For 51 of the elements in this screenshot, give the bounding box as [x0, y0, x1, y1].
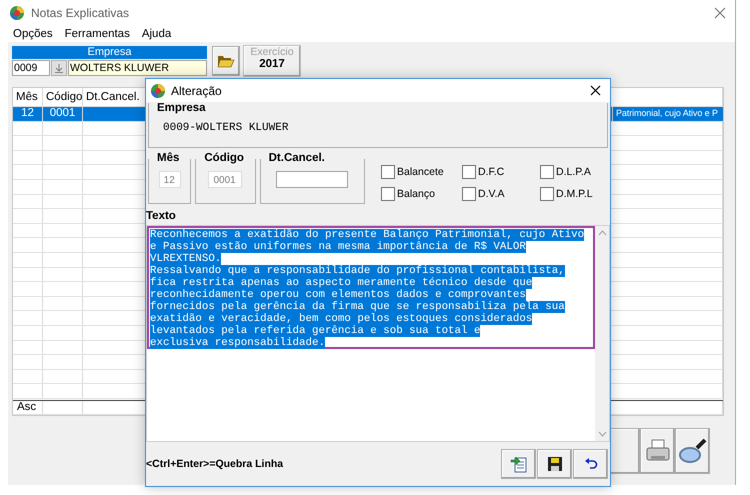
- import-button[interactable]: [501, 449, 536, 479]
- document-arrow-icon: [510, 454, 528, 474]
- field-label: Mês: [155, 152, 182, 164]
- table-cell-text: Patrimonial, cujo Ativo e P: [615, 107, 719, 120]
- checkbox[interactable]: [462, 165, 476, 179]
- code-field[interactable]: 0009: [12, 60, 50, 76]
- text-label: Texto: [146, 210, 176, 223]
- undo-arrow-icon: [584, 458, 598, 470]
- magnifier-icon: [678, 437, 706, 465]
- empresa-header: Empresa: [12, 46, 207, 59]
- field-label: Código: [202, 152, 246, 164]
- menu-item[interactable]: Opções: [13, 28, 53, 40]
- checkbox-label: D.F.C: [478, 166, 504, 178]
- sort-label: Asc: [13, 401, 43, 414]
- open-button[interactable]: [212, 46, 240, 76]
- checkbox-label: D.M.P.L: [556, 188, 593, 200]
- input-field[interactable]: [276, 171, 348, 188]
- field-label: Dt.Cancel.: [266, 152, 327, 164]
- column-header[interactable]: Mês: [13, 88, 43, 106]
- undo-button[interactable]: [573, 449, 608, 479]
- app-logo-icon: [9, 4, 25, 20]
- checkbox[interactable]: [381, 165, 395, 179]
- checkbox[interactable]: [462, 187, 476, 201]
- checkbox-label: D.V.A: [478, 188, 504, 200]
- year-label: Exercício: [250, 46, 294, 58]
- checkbox[interactable]: [540, 165, 554, 179]
- checkbox[interactable]: [540, 187, 554, 201]
- column-header[interactable]: Código: [43, 88, 83, 106]
- text-selection: Reconhecemos a exatidão do presente Balanço Patrimonial, cujo Ativo e Passivo estão uniformes na mesma importância de R$ VALOR VLREXTENSO. Ressalvando que a responsabilidade do profissional contabilista, fica restrita apenas ao aspecto meramente técnico desde que reconhecidamente operou com elementos dados e comprovantes fornecidos pela gerência da firma que se responsabiliza pela sua exatidão e veracidade, bem como pelos estoques considerados levantados pela referida gerência e sob sua total e exclusiva responsabilidade.: [147, 226, 595, 349]
- checkbox-label: Balancete: [397, 166, 444, 178]
- menu-item[interactable]: Ajuda: [142, 28, 172, 40]
- table-cell: 0001: [43, 107, 83, 121]
- dialog-title: Alteração: [171, 84, 223, 98]
- folder-icon: [217, 54, 235, 68]
- table-cell: 12: [13, 107, 43, 121]
- checkbox-label: Balanço: [397, 188, 435, 200]
- empresa-value: 0009-WOLTERS KLUWER: [163, 122, 288, 134]
- save-button[interactable]: [537, 449, 572, 479]
- print-button[interactable]: [640, 428, 675, 474]
- checkbox-label: D.L.P.A: [556, 166, 591, 178]
- company-name-field[interactable]: WOLTERS KLUWER: [68, 60, 207, 76]
- app-logo-icon: [150, 82, 166, 98]
- year-value: 2017: [259, 58, 285, 70]
- checkbox[interactable]: [381, 187, 395, 201]
- shortcut-hint: <Ctrl+Enter>=Quebra Linha: [146, 458, 284, 470]
- down-arrow-icon: [55, 64, 63, 72]
- group-label: Empresa: [155, 102, 208, 114]
- window-title: Notas Explicativas: [31, 6, 130, 20]
- preview-button[interactable]: [675, 428, 710, 474]
- lookup-button[interactable]: [51, 60, 67, 76]
- menu-item[interactable]: Ferramentas: [64, 28, 130, 40]
